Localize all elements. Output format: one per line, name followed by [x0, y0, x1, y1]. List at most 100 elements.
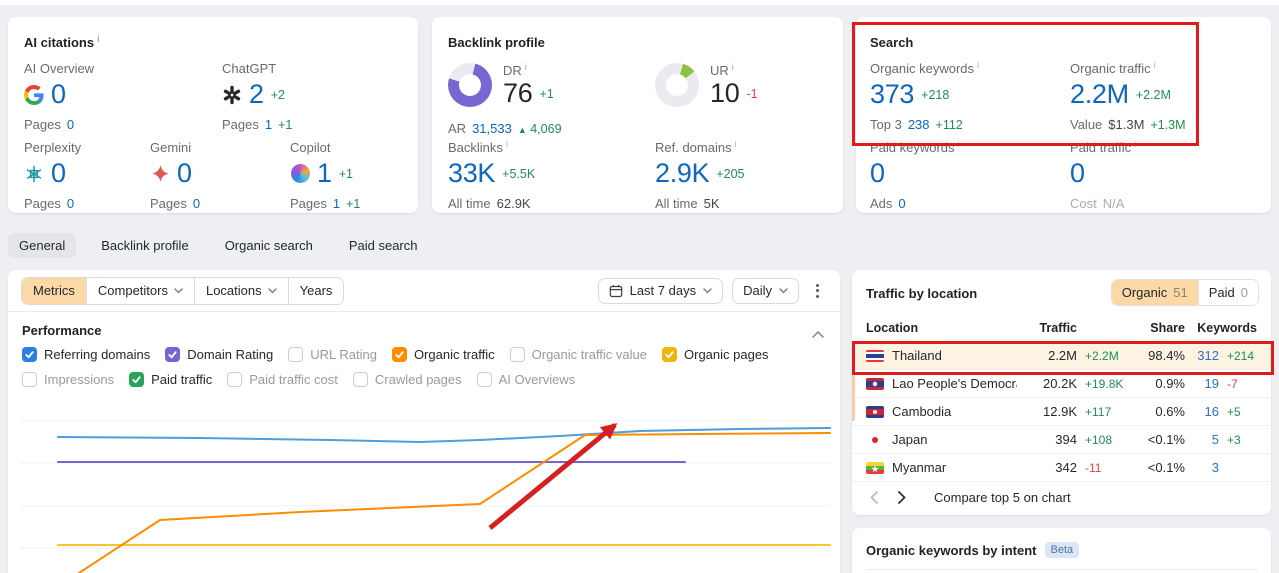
more-options-kebab-icon[interactable] [808, 278, 827, 304]
keywords-delta: +3 [1227, 432, 1241, 447]
location-name: Lao People's Democratic Reput [892, 376, 1017, 391]
metric-checkbox-organic-traffic-value[interactable]: Organic traffic value [509, 347, 647, 362]
info-icon[interactable]: i [506, 139, 508, 149]
metric-checkbox-paid-traffic[interactable]: Paid traffic [129, 372, 212, 387]
location-name: Thailand [892, 348, 942, 363]
locations-segment[interactable]: Locations [193, 277, 288, 304]
metric-checkbox-url-rating[interactable]: URL Rating [288, 347, 377, 362]
metric-checkbox-impressions[interactable]: Impressions [22, 372, 114, 387]
organic-traffic-value[interactable]: 2.2M [1070, 80, 1129, 109]
info-icon[interactable]: i [97, 34, 100, 44]
ar-value[interactable]: 31,533 [472, 121, 512, 136]
paid-toggle-segment[interactable]: Paid 0 [1197, 280, 1258, 305]
backlinks-value[interactable]: 33K [448, 159, 495, 188]
keywords-value[interactable]: 3 [1185, 460, 1219, 475]
top3-label: Top 3 [870, 116, 902, 132]
ur-delta: -1 [746, 86, 758, 101]
previous-page-chevron-icon[interactable] [870, 490, 878, 504]
metric-checkbox-list: Referring domains Domain Rating URL Rati… [22, 347, 828, 387]
keywords-value[interactable]: 19 [1185, 376, 1219, 391]
organic-toggle-segment[interactable]: Organic 51 [1111, 280, 1198, 305]
traffic-delta: +2.2M [1085, 348, 1119, 363]
date-tools: Last 7 days Daily [597, 277, 827, 304]
tab-organic-search[interactable]: Organic search [214, 233, 324, 258]
table-row-myanmar[interactable]: Myanmar 342 -11 <0.1% 3 [852, 454, 1271, 482]
ai-overview-value[interactable]: 0 [51, 80, 66, 109]
next-page-chevron-icon[interactable] [898, 490, 906, 504]
compare-top5-link[interactable]: Compare top 5 on chart [934, 490, 1071, 505]
ref-domains-stat: Ref. domains i 2.9K +205 All time 5K [655, 139, 745, 211]
tab-paid-search[interactable]: Paid search [338, 233, 429, 258]
keywords-by-intent-title: Organic keywords by intent [866, 542, 1037, 558]
pages-label: Pages [222, 116, 259, 132]
perplexity-pages[interactable]: 0 [67, 196, 74, 211]
dr-label: DR i [503, 61, 527, 78]
info-icon[interactable]: i [735, 139, 737, 149]
chatgpt-pages[interactable]: 1 [265, 117, 272, 132]
location-table: Location Traffic Share Keywords Thailand… [852, 315, 1271, 482]
ai-citations-card: AI citations i AI Overview 0 Pages 0 ChatG… [8, 17, 418, 213]
perplexity-value[interactable]: 0 [51, 159, 66, 188]
info-icon[interactable]: i [1154, 60, 1156, 70]
metric-checkbox-organic-pages[interactable]: Organic pages [662, 347, 769, 362]
organic-keywords-value[interactable]: 373 [870, 80, 914, 109]
table-row-thailand[interactable]: Thailand 2.2M +2.2M 98.4% 312 +214 [852, 342, 1271, 370]
metric-checkbox-organic-traffic[interactable]: Organic traffic [391, 347, 495, 362]
date-range-button[interactable]: Last 7 days [597, 277, 724, 304]
info-icon[interactable]: i [958, 139, 960, 149]
tab-backlink-profile[interactable]: Backlink profile [90, 233, 199, 258]
info-icon[interactable]: i [1134, 139, 1136, 149]
metric-checkbox-domain-rating[interactable]: Domain Rating [165, 347, 273, 362]
divider [866, 569, 1257, 570]
info-icon[interactable]: i [525, 62, 527, 72]
metrics-segment[interactable]: Metrics [22, 277, 86, 304]
alltime-label: All time [655, 195, 698, 211]
keywords-value[interactable]: 312 [1185, 348, 1219, 363]
pages-label: Pages [150, 195, 187, 211]
chatgpt-value[interactable]: 2 [249, 80, 264, 109]
metric-checkbox-ai-overviews[interactable]: AI Overviews [476, 372, 575, 387]
chevron-down-icon [703, 287, 712, 294]
ur-block: UR i 10 -1 [655, 62, 758, 108]
copilot-value[interactable]: 1 [317, 159, 332, 188]
checkbox-icon [352, 372, 368, 387]
performance-chart [20, 420, 831, 573]
collapse-chevron-up-icon[interactable] [812, 326, 824, 341]
gemini-value[interactable]: 0 [177, 159, 192, 188]
dr-delta: +1 [539, 86, 554, 101]
perplexity-icon [24, 164, 44, 184]
dr-block: DR i 76 +1 [448, 61, 554, 108]
years-segment[interactable]: Years [287, 277, 344, 304]
ref-domains-delta: +205 [716, 166, 745, 181]
col-share: Share [1150, 321, 1185, 335]
metric-checkbox-paid-traffic-cost[interactable]: Paid traffic cost [227, 372, 338, 387]
chatgpt-stat: ChatGPT 2 +2 Pages 1 +1 [222, 61, 293, 132]
info-icon[interactable]: i [977, 60, 979, 70]
ads-value[interactable]: 0 [898, 196, 905, 211]
performance-toolbar: Metrics Competitors Locations Years Last… [8, 270, 840, 312]
metric-checkbox-crawled-pages[interactable]: Crawled pages [352, 372, 462, 387]
checkbox-icon [476, 372, 492, 387]
table-row-cambodia[interactable]: Cambodia 12.9K +117 0.6% 16 +5 [852, 398, 1271, 426]
table-row-japan[interactable]: Japan 394 +108 <0.1% 5 +3 [852, 426, 1271, 454]
keywords-value[interactable]: 5 [1185, 432, 1219, 447]
ref-domains-value[interactable]: 2.9K [655, 159, 710, 188]
tab-general[interactable]: General [8, 232, 77, 258]
share-value: 0.9% [1155, 376, 1185, 391]
granularity-button[interactable]: Daily [732, 277, 799, 304]
share-value: <0.1% [1147, 432, 1185, 447]
metric-checkbox-referring-domains[interactable]: Referring domains [22, 347, 150, 362]
annotation-arrow [488, 423, 618, 530]
info-icon[interactable]: i [732, 62, 734, 72]
copilot-pages[interactable]: 1 [333, 196, 340, 211]
competitors-segment[interactable]: Competitors [85, 277, 194, 304]
top3-value[interactable]: 238 [908, 117, 930, 132]
ur-value: 10 [710, 78, 740, 108]
ai-overview-pages[interactable]: 0 [67, 117, 74, 132]
keywords-value[interactable]: 16 [1185, 404, 1219, 419]
table-row-laos[interactable]: Lao People's Democratic Reput 20.2K +19.… [852, 370, 1271, 398]
paid-keywords-value[interactable]: 0 [870, 159, 885, 188]
gemini-pages[interactable]: 0 [193, 196, 200, 211]
paid-traffic-value[interactable]: 0 [1070, 159, 1085, 188]
checkbox-icon [165, 347, 181, 362]
